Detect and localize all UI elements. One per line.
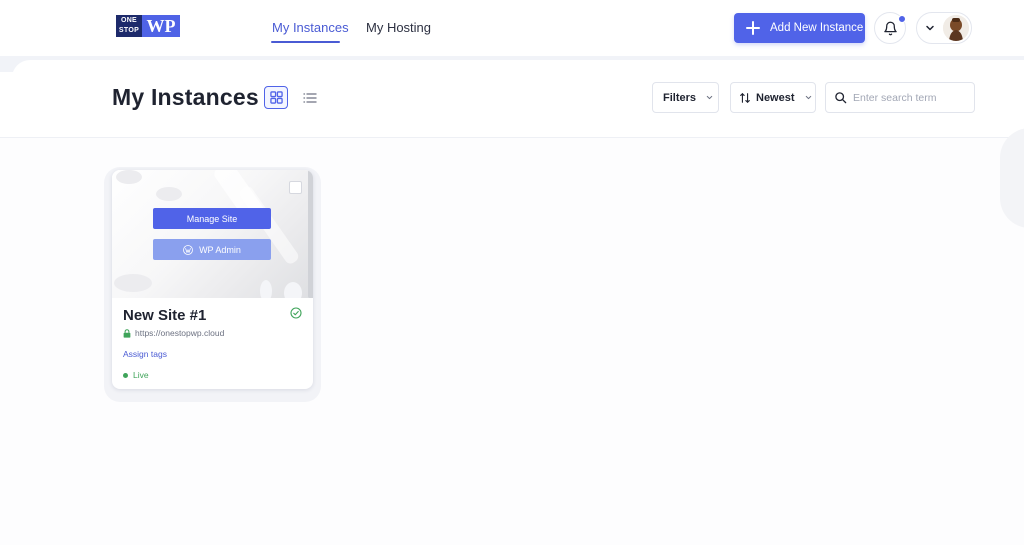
search-box[interactable] (825, 82, 975, 113)
tab-my-hosting[interactable]: My Hosting (366, 20, 431, 35)
active-tab-indicator (271, 41, 340, 43)
sort-label: Newest (756, 91, 795, 104)
wordpress-icon (183, 244, 193, 255)
avatar (943, 15, 969, 41)
sort-arrows-icon (740, 92, 750, 103)
status-dot (123, 372, 128, 378)
grid-icon (269, 91, 283, 104)
grid-view-toggle[interactable] (264, 86, 288, 109)
site-thumbnail (112, 170, 313, 298)
list-view-toggle[interactable] (298, 86, 322, 109)
list-icon (303, 92, 317, 103)
account-menu-button[interactable] (916, 12, 972, 44)
plus-icon (746, 21, 760, 35)
logo-text-one: ONE (120, 17, 138, 24)
onestopwp-logo[interactable]: ONE STOP WP (116, 15, 180, 37)
search-icon (835, 92, 847, 104)
notification-badge (898, 15, 906, 23)
wp-admin-button[interactable]: WP Admin (153, 239, 271, 260)
decorative-shape (1000, 128, 1024, 228)
check-circle-icon (290, 307, 302, 319)
notifications-button[interactable] (874, 12, 906, 44)
lock-icon (123, 328, 131, 338)
filters-dropdown[interactable]: Filters (652, 82, 719, 113)
filters-label: Filters (663, 91, 697, 104)
status-badge: Live (123, 370, 149, 380)
wp-admin-label: WP Admin (199, 244, 241, 255)
site-url[interactable]: https://onestopwp.cloud (123, 328, 224, 338)
chevron-down-icon (706, 95, 713, 100)
bell-icon (883, 21, 897, 35)
instance-card[interactable]: Manage Site WP Admin New Site #1 https:/… (112, 170, 313, 389)
top-navigation: ONE STOP WP My Instances My Hosting Add … (0, 0, 1024, 58)
chevron-down-icon (926, 25, 934, 31)
tab-my-instances[interactable]: My Instances (272, 20, 349, 35)
page-title: My Instances (112, 84, 259, 110)
site-url-text: https://onestopwp.cloud (135, 328, 225, 338)
site-name: New Site #1 (123, 307, 207, 324)
logo-text-stop: STOP (118, 27, 140, 34)
manage-site-button[interactable]: Manage Site (153, 208, 271, 229)
sort-dropdown[interactable]: Newest (730, 82, 816, 113)
logo-text-wp: WP (142, 15, 180, 37)
status-label: Live (133, 370, 149, 380)
select-checkbox[interactable] (289, 181, 302, 194)
add-new-instance-button[interactable]: Add New Instance (734, 13, 865, 43)
add-new-instance-label: Add New Instance (770, 22, 864, 34)
chevron-down-icon (805, 95, 811, 100)
assign-tags-link[interactable]: Assign tags (123, 349, 167, 359)
search-input[interactable] (853, 91, 971, 104)
